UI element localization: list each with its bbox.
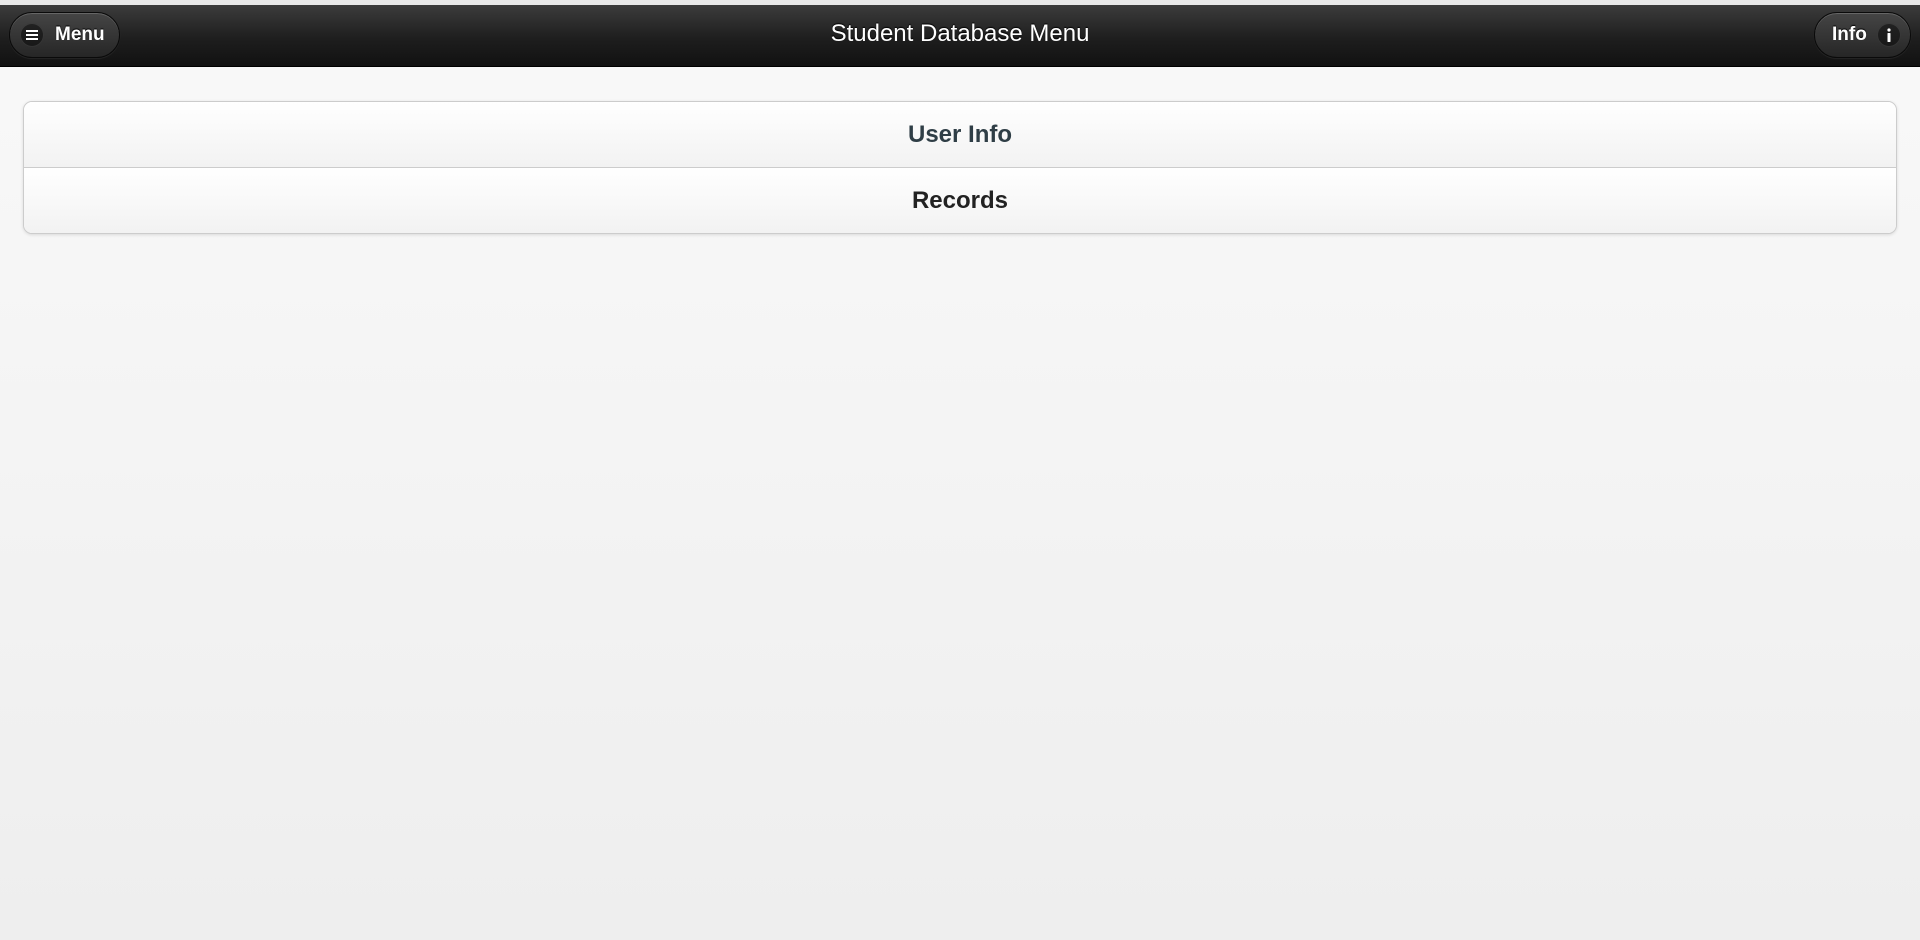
list-item-user-info[interactable]: User Info [24, 102, 1896, 167]
list-item-records[interactable]: Records [24, 167, 1896, 233]
info-button[interactable]: Info [1814, 12, 1911, 58]
info-icon [1876, 23, 1901, 47]
page-title: Student Database Menu [830, 20, 1090, 47]
header-toolbar: Menu Student Database Menu Info [0, 5, 1920, 67]
menu-list: User Info Records [23, 101, 1897, 234]
info-button-label: Info [1832, 24, 1867, 45]
